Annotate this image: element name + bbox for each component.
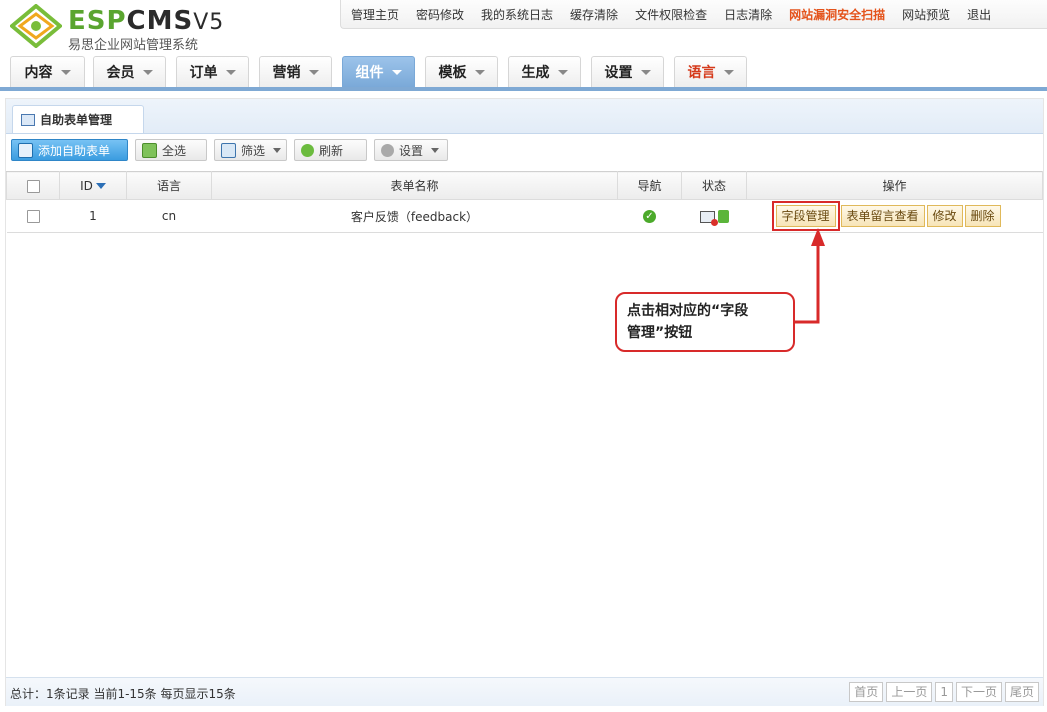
annotation-arrow	[795, 228, 825, 324]
annotation-arrow-line	[795, 242, 820, 324]
annotation-line-1: 点击相对应的“字段	[627, 303, 749, 319]
annotation-callout: 点击相对应的“字段 管理”按钮	[615, 292, 795, 352]
annotation-line-2: 管理”按钮	[627, 325, 693, 341]
annotation-arrow-head	[811, 228, 825, 246]
